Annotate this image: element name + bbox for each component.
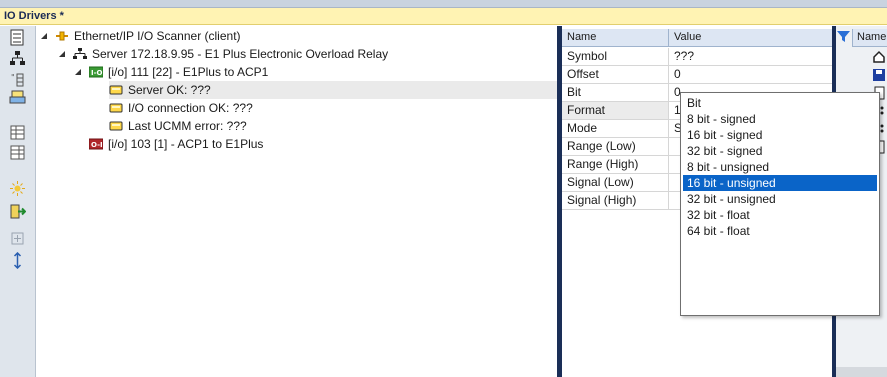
tree-node-scanner[interactable]: Ethernet/IP I/O Scanner (client) — [39, 27, 241, 45]
tree-view-icon[interactable] — [9, 29, 26, 46]
tree-node-label: Ethernet/IP I/O Scanner (client) — [74, 29, 241, 43]
top-strip — [0, 0, 887, 8]
tree-node-label: [i/o] 103 [1] - ACP1 to E1Plus — [108, 137, 264, 151]
sparkle-icon[interactable] — [9, 180, 26, 197]
property-value[interactable]: ??? — [669, 48, 832, 65]
property-name: Signal (High) — [562, 192, 669, 209]
tree-node-io-output[interactable]: O-I [i/o] 103 [1] - ACP1 to E1Plus — [89, 135, 263, 153]
property-row-symbol[interactable]: Symbol ??? — [562, 48, 832, 66]
printer-icon[interactable] — [9, 89, 26, 106]
dropdown-option-8bit-signed[interactable]: 8 bit - signed — [683, 111, 877, 127]
columns-icon[interactable]: " — [9, 71, 26, 88]
svg-text:O-I: O-I — [91, 141, 103, 149]
dropdown-option-16bit-unsigned[interactable]: 16 bit - unsigned — [683, 175, 877, 191]
tag-icon — [109, 120, 123, 132]
property-value[interactable]: 0 — [669, 66, 832, 83]
io-input-icon: I-O — [89, 66, 103, 78]
column-header-name[interactable]: Name — [562, 29, 669, 47]
move-icon[interactable] — [9, 252, 26, 269]
driver-icon — [55, 30, 69, 42]
tree-node-server[interactable]: Server 172.18.9.95 - E1 Plus Electronic … — [57, 45, 388, 63]
left-toolbar: " — [0, 26, 36, 377]
dropdown-option-16bit-signed[interactable]: 16 bit - signed — [683, 127, 877, 143]
tree-node-label: Last UCMM error: ??? — [128, 119, 247, 133]
property-row-offset[interactable]: Offset 0 — [562, 66, 832, 84]
dropdown-option-bit[interactable]: Bit — [683, 95, 877, 111]
expand-arrow-icon[interactable] — [73, 67, 83, 77]
tree-node-label: Server OK: ??? — [128, 83, 211, 97]
dropdown-option-8bit-unsigned[interactable]: 8 bit - unsigned — [683, 159, 877, 175]
expand-arrow-icon[interactable] — [39, 31, 49, 41]
property-name: Range (High) — [562, 156, 669, 173]
grid-icon-2[interactable] — [9, 144, 26, 161]
tree-node-label: Server 172.18.9.95 - E1 Plus Electronic … — [92, 47, 389, 61]
horizontal-scrollbar[interactable] — [836, 367, 887, 377]
dropdown-option-32bit-float[interactable]: 32 bit - float — [683, 207, 877, 223]
io-tree: Ethernet/IP I/O Scanner (client) Server … — [37, 26, 557, 377]
tree-node-ucmm-error[interactable]: Last UCMM error: ??? — [109, 117, 247, 135]
property-name: Format — [562, 102, 669, 119]
svg-text:": " — [11, 73, 15, 82]
properties-header: Name Value — [562, 29, 832, 47]
dropdown-option-64bit-float[interactable]: 64 bit - float — [683, 223, 877, 239]
tree-node-io-connection[interactable]: I/O connection OK: ??? — [109, 99, 253, 117]
expand-arrow-icon[interactable] — [57, 49, 67, 59]
io-output-icon: O-I — [89, 138, 103, 150]
export-icon[interactable] — [9, 203, 26, 220]
property-name: Mode — [562, 120, 669, 137]
network-icon[interactable] — [9, 50, 26, 67]
server-icon — [73, 48, 87, 60]
dropdown-option-32bit-unsigned[interactable]: 32 bit - unsigned — [683, 191, 877, 207]
filter-icon[interactable] — [837, 30, 850, 43]
tree-node-label: [i/o] 111 [22] - E1Plus to ACP1 — [108, 65, 269, 79]
property-name: Signal (Low) — [562, 174, 669, 191]
column-header-name-right[interactable]: Name — [852, 29, 887, 47]
svg-text:I-O: I-O — [91, 69, 103, 77]
panel-title: IO Drivers * — [0, 8, 887, 25]
property-name: Bit — [562, 84, 669, 101]
add-icon[interactable] — [9, 230, 26, 247]
tree-node-label: I/O connection OK: ??? — [128, 101, 253, 115]
tree-node-server-ok[interactable]: Server OK: ??? — [109, 81, 557, 99]
tree-node-io-input[interactable]: I-O [i/o] 111 [22] - E1Plus to ACP1 — [73, 63, 268, 81]
home-icon[interactable] — [872, 50, 886, 64]
tag-icon — [109, 102, 123, 114]
property-name: Symbol — [562, 48, 669, 65]
grid-icon[interactable] — [9, 124, 26, 141]
format-dropdown-list[interactable]: Bit 8 bit - signed 16 bit - signed 32 bi… — [680, 92, 880, 316]
property-name: Offset — [562, 66, 669, 83]
property-name: Range (Low) — [562, 138, 669, 155]
column-header-value[interactable]: Value — [669, 29, 832, 47]
tag-icon — [109, 84, 123, 96]
dropdown-option-32bit-signed[interactable]: 32 bit - signed — [683, 143, 877, 159]
save-icon[interactable] — [872, 68, 886, 82]
